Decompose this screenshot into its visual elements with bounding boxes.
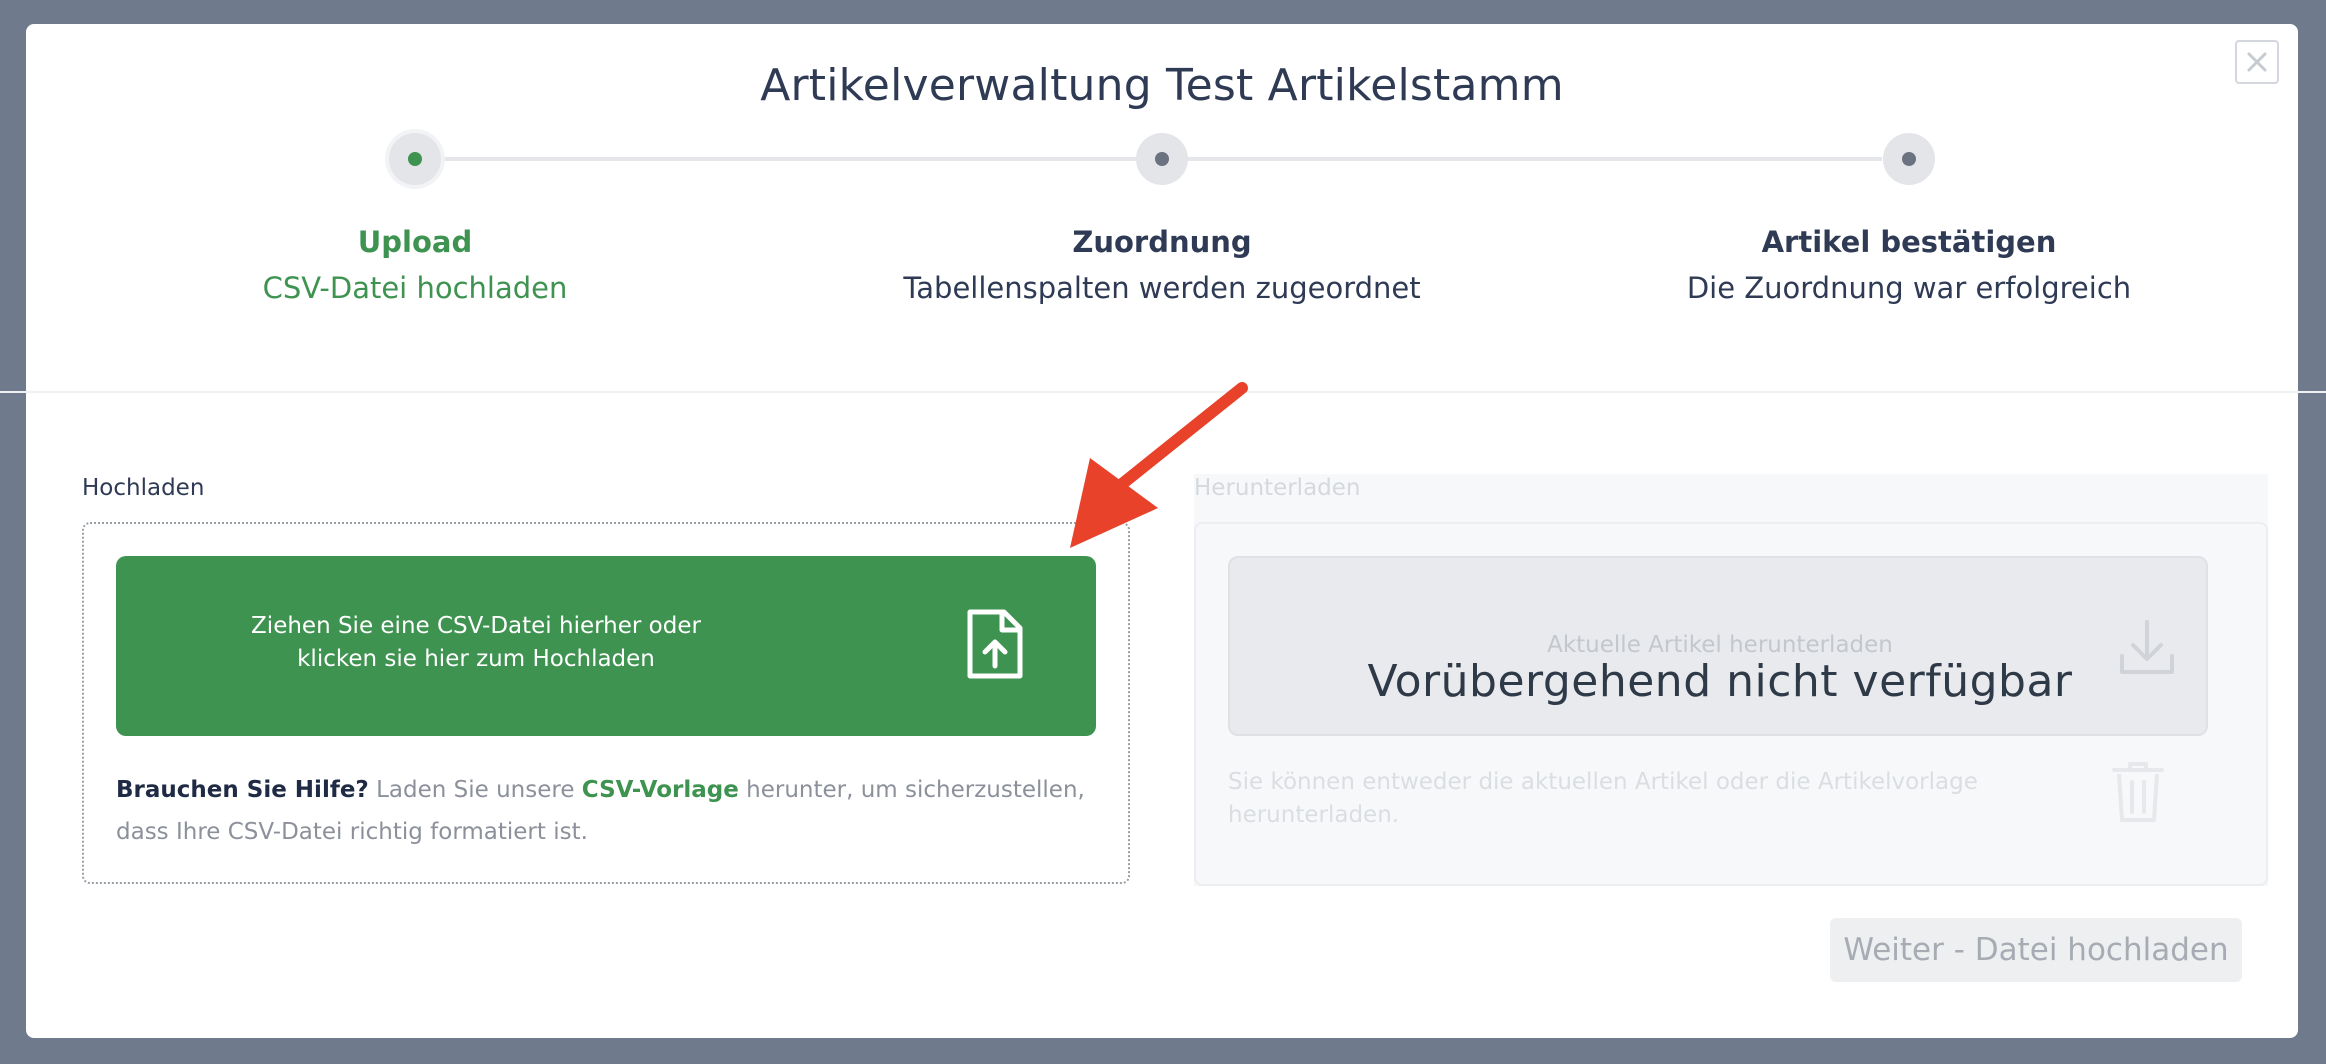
help-text-before: Laden Sie unsere: [376, 777, 575, 803]
download-hint: Sie können entweder die aktuellen Artike…: [1228, 769, 1978, 828]
close-button[interactable]: [2235, 40, 2279, 84]
step-indicator-bestaetigen: [1883, 133, 1935, 185]
step-title: Upload: [357, 225, 473, 259]
step-subtitle: Tabellenspalten werden zugeordnet: [903, 271, 1421, 305]
download-icon: [2120, 620, 2174, 674]
step-indicator-upload: [389, 133, 441, 185]
stepper-track: [388, 157, 1882, 161]
help-text: Brauchen Sie Hilfe? Laden Sie unsere CSV…: [116, 769, 1116, 853]
trash-icon[interactable]: [2110, 760, 2166, 824]
file-upload-icon: [967, 609, 1023, 679]
step-indicator-zuordnung: [1136, 133, 1188, 185]
dropzone-label: Ziehen Sie eine CSV-Datei hierher oder k…: [251, 613, 701, 672]
annotation-arrow: [1070, 382, 1248, 548]
next-upload-button[interactable]: Weiter - Datei hochladen: [1830, 918, 2242, 982]
download-button-label: Aktuelle Artikel herunterladen: [1547, 632, 1893, 658]
upload-section-label: Hochladen: [82, 475, 205, 501]
close-icon: [2247, 52, 2267, 72]
download-articles-button[interactable]: Aktuelle Artikel herunterladen Vorüberge…: [1228, 556, 2208, 736]
modal-title: Artikelverwaltung Test Artikelstamm: [760, 60, 1564, 111]
unavailable-overlay-text: Vorübergehend nicht verfügbar: [1367, 656, 2073, 707]
step-subtitle: Die Zuordnung war erfolgreich: [1686, 271, 2132, 305]
csv-template-link[interactable]: CSV-Vorlage: [582, 777, 739, 803]
step-zuordnung: Zuordnung Tabellenspalten werden zugeord…: [812, 220, 1512, 312]
csv-dropzone-button[interactable]: Ziehen Sie eine CSV-Datei hierher oder k…: [116, 556, 1096, 736]
help-heading: Brauchen Sie Hilfe?: [116, 777, 369, 803]
step-subtitle: CSV-Datei hochladen: [262, 271, 568, 305]
step-title: Artikel bestätigen: [1761, 225, 2057, 259]
step-title: Zuordnung: [1072, 225, 1252, 259]
step-artikel-bestaetigen: Artikel bestätigen Die Zuordnung war erf…: [1559, 220, 2259, 312]
step-upload: Upload CSV-Datei hochladen: [65, 220, 765, 312]
